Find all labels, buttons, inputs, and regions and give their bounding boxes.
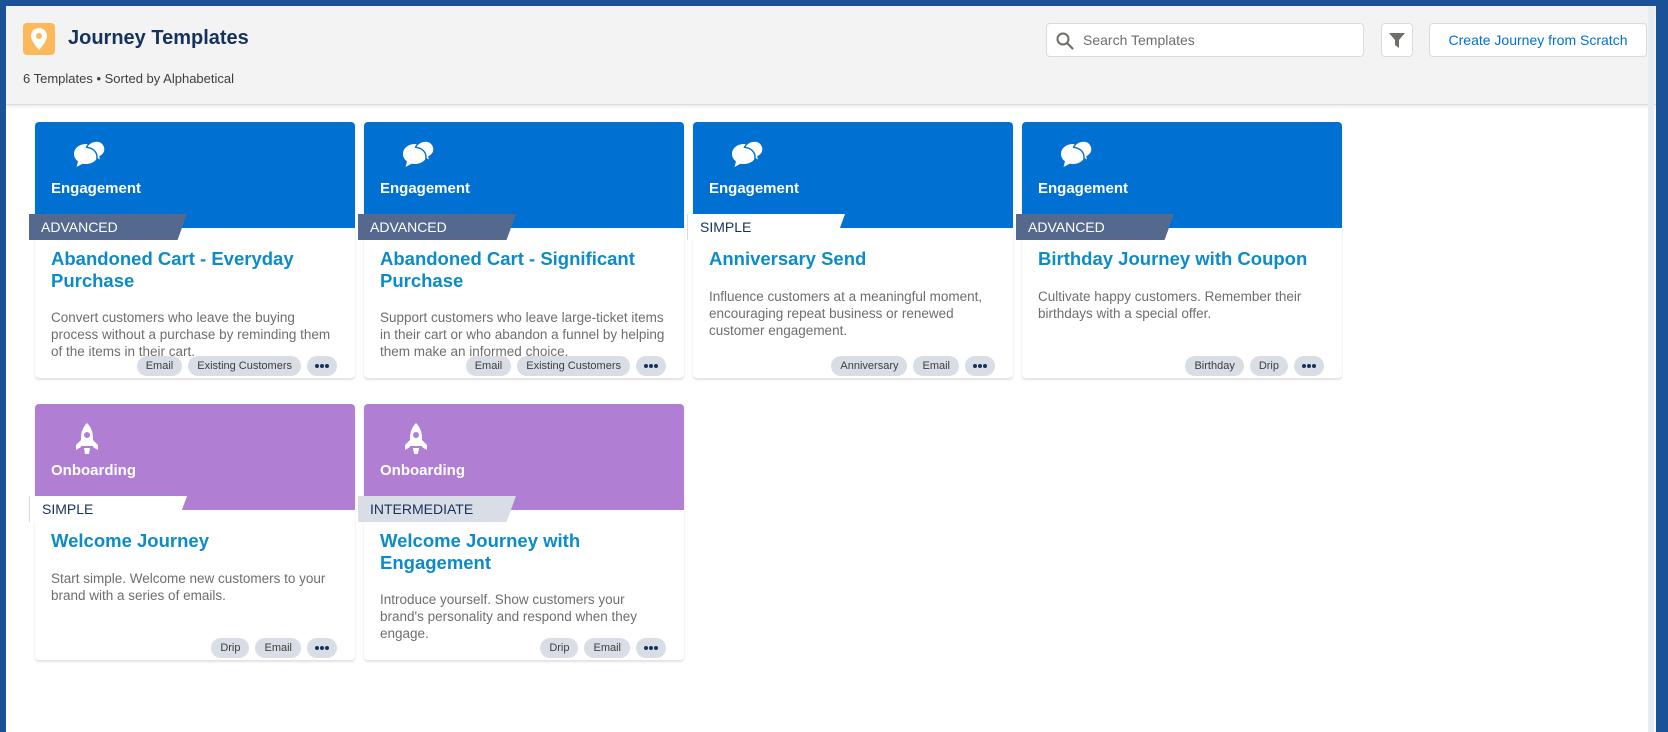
- template-card[interactable]: Engagement ADVANCED Abandoned Cart - Signi…: [358, 122, 684, 378]
- tag-pill[interactable]: Email: [136, 356, 183, 376]
- template-card[interactable]: Onboarding SIMPLE Welcome Journey Start sim…: [29, 404, 355, 660]
- search-icon: [1056, 32, 1074, 50]
- card-category: Engagement: [709, 180, 800, 197]
- template-card[interactable]: Engagement ADVANCED Birthday Journey with …: [1016, 122, 1342, 378]
- more-dot-icon: [320, 364, 324, 368]
- tag-pill[interactable]: Drip: [1249, 356, 1288, 376]
- more-dot-icon: [644, 364, 648, 368]
- filter-icon: [1389, 33, 1405, 48]
- template-card[interactable]: Engagement ADVANCED Abandoned Cart - Every…: [29, 122, 355, 378]
- card-banner: Engagement: [1022, 122, 1342, 228]
- chat-bubbles-icon: [73, 140, 109, 175]
- more-dot-icon: [973, 364, 977, 368]
- more-tags-button[interactable]: [636, 356, 666, 376]
- more-tags-button[interactable]: [965, 356, 995, 376]
- more-tags-button[interactable]: [636, 638, 666, 658]
- card-banner: Onboarding: [35, 404, 355, 510]
- location-pin-icon: [23, 23, 55, 55]
- card-tags: Email Existing Customers: [465, 356, 666, 376]
- tag-pill[interactable]: Email: [913, 356, 959, 376]
- more-dot-icon: [978, 364, 982, 368]
- page-header: Journey Templates 6 Templates • Sorted b…: [6, 6, 1656, 105]
- app-frame: Journey Templates 6 Templates • Sorted b…: [6, 6, 1656, 732]
- card-description: Start simple. Welcome new customers to y…: [51, 571, 326, 603]
- chat-bubbles-icon: [1060, 140, 1096, 175]
- more-dot-icon: [654, 364, 658, 368]
- card-description: Influence customers at a meaningful mome…: [709, 289, 983, 338]
- more-dot-icon: [1312, 364, 1316, 368]
- create-journey-button[interactable]: Create Journey from Scratch: [1429, 23, 1647, 57]
- more-tags-button[interactable]: [307, 638, 337, 658]
- template-card[interactable]: Onboarding INTERMEDIATE Welcome Journey wi…: [358, 404, 684, 660]
- card-description: Introduce yourself. Show customers your …: [380, 592, 637, 641]
- tag-pill[interactable]: Birthday: [1185, 356, 1244, 376]
- chat-bubbles-icon: [402, 140, 438, 175]
- difficulty-ribbon: SIMPLE: [29, 496, 187, 522]
- tag-pill[interactable]: Email: [584, 638, 630, 658]
- search-box[interactable]: [1046, 23, 1364, 57]
- more-tags-button[interactable]: [1294, 356, 1324, 376]
- difficulty-ribbon: ADVANCED: [1016, 214, 1174, 240]
- template-card[interactable]: Engagement SIMPLE Anniversary Send Influenc…: [687, 122, 1013, 378]
- card-category: Engagement: [380, 180, 471, 197]
- card-tags: Drip Email: [211, 638, 337, 658]
- more-dot-icon: [325, 364, 329, 368]
- card-description: Convert customers who leave the buying p…: [51, 310, 331, 359]
- card-title-link[interactable]: Birthday Journey with Coupon: [1038, 248, 1328, 270]
- more-dot-icon: [320, 646, 324, 650]
- tag-pill[interactable]: Existing Customers: [517, 356, 630, 376]
- card-tags: Email Existing Customers: [136, 356, 337, 376]
- rocket-icon: [73, 422, 101, 461]
- more-dot-icon: [649, 364, 653, 368]
- card-title-link[interactable]: Anniversary Send: [709, 248, 999, 270]
- card-category: Engagement: [1038, 180, 1129, 197]
- card-banner: Engagement: [35, 122, 355, 228]
- scrollbar-track[interactable]: [1648, 6, 1654, 732]
- card-title-link[interactable]: Welcome Journey with Engagement: [380, 530, 670, 574]
- tag-pill[interactable]: Email: [465, 356, 512, 376]
- more-dot-icon: [315, 364, 319, 368]
- rocket-icon: [402, 422, 430, 461]
- card-banner: Onboarding: [364, 404, 684, 510]
- tag-pill[interactable]: Existing Customers: [188, 356, 301, 376]
- chat-bubbles-icon: [731, 140, 767, 175]
- more-tags-button[interactable]: [307, 356, 337, 376]
- card-category: Onboarding: [380, 462, 465, 479]
- tag-pill[interactable]: Drip: [211, 638, 250, 658]
- tag-pill[interactable]: Drip: [540, 638, 579, 658]
- card-description: Support customers who leave large-ticket…: [380, 310, 665, 359]
- more-dot-icon: [654, 646, 658, 650]
- more-dot-icon: [1302, 364, 1306, 368]
- card-title-link[interactable]: Abandoned Cart - Significant Purchase: [380, 248, 670, 292]
- card-banner: Engagement: [693, 122, 1013, 228]
- more-dot-icon: [649, 646, 653, 650]
- template-count: 6 Templates • Sorted by Alphabetical: [23, 71, 234, 86]
- more-dot-icon: [983, 364, 987, 368]
- card-banner: Engagement: [364, 122, 684, 228]
- search-input[interactable]: [1083, 24, 1353, 56]
- page-title: Journey Templates: [68, 27, 249, 49]
- card-tags: Anniversary Email: [831, 356, 995, 376]
- card-category: Engagement: [51, 180, 142, 197]
- more-dot-icon: [1307, 364, 1311, 368]
- more-dot-icon: [315, 646, 319, 650]
- card-title-link[interactable]: Welcome Journey: [51, 530, 341, 552]
- tag-pill[interactable]: Anniversary: [831, 356, 908, 376]
- card-tags: Drip Email: [540, 638, 666, 658]
- card-description: Cultivate happy customers. Remember thei…: [1038, 289, 1302, 321]
- difficulty-ribbon: SIMPLE: [687, 214, 845, 240]
- difficulty-ribbon: ADVANCED: [358, 214, 516, 240]
- more-dot-icon: [325, 646, 329, 650]
- more-dot-icon: [644, 646, 648, 650]
- card-category: Onboarding: [51, 462, 136, 479]
- tag-pill[interactable]: Email: [255, 638, 301, 658]
- card-title-link[interactable]: Abandoned Cart - Everyday Purchase: [51, 248, 341, 292]
- difficulty-ribbon: ADVANCED: [29, 214, 187, 240]
- card-tags: Birthday Drip: [1185, 356, 1324, 376]
- filter-button[interactable]: [1381, 23, 1413, 57]
- difficulty-ribbon: INTERMEDIATE: [358, 496, 516, 522]
